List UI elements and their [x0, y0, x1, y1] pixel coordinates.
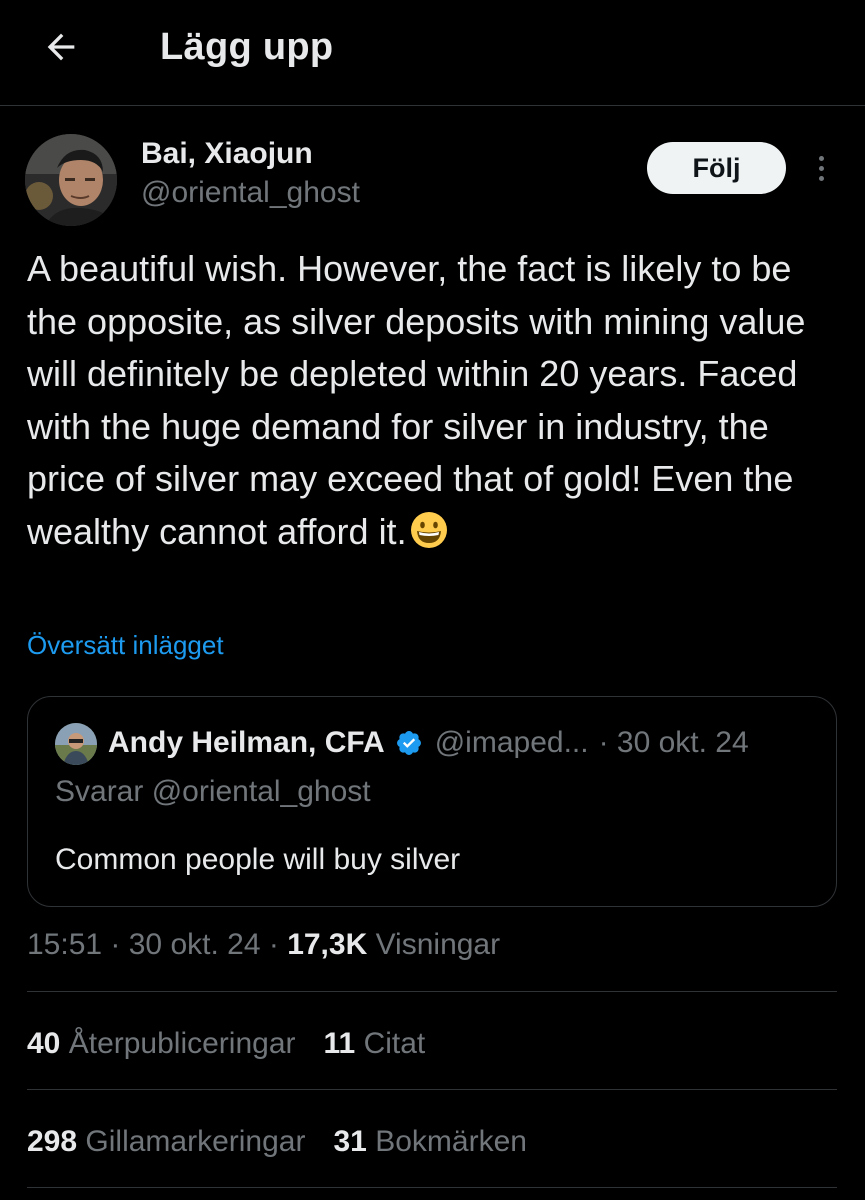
- reposts-label: Återpubliceringar: [68, 1027, 296, 1060]
- top-bar: Lägg upp: [0, 0, 865, 106]
- divider: [27, 1089, 837, 1090]
- quoted-post-text: Common people will buy silver: [55, 843, 461, 876]
- verified-badge-icon: [395, 729, 423, 757]
- likes-label: Gillamarkeringar: [85, 1125, 306, 1158]
- quoted-post-header: Andy Heilman, CFA @imaped... · 30 okt. 2…: [108, 722, 749, 764]
- bookmarks-label: Bokmärken: [375, 1125, 527, 1158]
- follow-button[interactable]: Följ: [647, 142, 786, 194]
- quoted-post-date: · 30 okt. 24: [598, 726, 749, 759]
- meta-separator: ·: [260, 928, 288, 961]
- quoted-author-avatar[interactable]: [55, 723, 97, 765]
- avatar-photo: [25, 134, 117, 226]
- grinning-face-emoji: [409, 510, 449, 565]
- quoted-avatar-photo: [55, 723, 97, 765]
- page-title: Lägg upp: [160, 26, 334, 68]
- reposts-count: 40: [27, 1027, 61, 1060]
- quotes-label: Citat: [363, 1027, 426, 1060]
- reposts-stat[interactable]: 40 Återpubliceringar: [27, 1027, 296, 1061]
- post-meta: 15:51 · 30 okt. 24 · 17,3K Visningar: [27, 928, 500, 962]
- author-avatar[interactable]: [25, 134, 117, 226]
- more-dot: [818, 175, 824, 181]
- translate-post-link[interactable]: Översätt inlägget: [27, 630, 224, 661]
- post-time[interactable]: 15:51: [27, 928, 102, 961]
- bookmarks-stat[interactable]: 31 Bokmärken: [333, 1125, 526, 1159]
- meta-separator: ·: [102, 928, 129, 961]
- quotes-stat[interactable]: 11 Citat: [324, 1027, 426, 1061]
- quoted-author-handle: @imaped...: [434, 726, 589, 759]
- likes-stat[interactable]: 298 Gillamarkeringar: [27, 1125, 305, 1159]
- divider: [27, 991, 837, 992]
- divider: [27, 1187, 837, 1188]
- likes-count: 298: [27, 1125, 78, 1158]
- tweet-text-content: A beautiful wish. However, the fact is l…: [27, 248, 806, 552]
- views-count: 17,3K: [287, 928, 368, 961]
- author-handle[interactable]: @oriental_ghost: [141, 176, 360, 210]
- author-name[interactable]: Bai, Xiaojun: [141, 137, 313, 171]
- engagement-row-1: 40 Återpubliceringar 11 Citat: [27, 1027, 453, 1061]
- post-date[interactable]: 30 okt. 24: [129, 928, 261, 961]
- more-dot: [818, 165, 824, 171]
- more-options-button[interactable]: [806, 148, 836, 188]
- quoted-reply-to: Svarar @oriental_ghost: [55, 775, 371, 808]
- arrow-left-icon: [47, 33, 75, 61]
- engagement-row-2: 298 Gillamarkeringar 31 Bokmärken: [27, 1125, 555, 1159]
- quotes-count: 11: [323, 1027, 356, 1060]
- tweet-text: A beautiful wish. However, the fact is l…: [27, 243, 827, 564]
- bookmarks-count: 31: [333, 1125, 367, 1158]
- quoted-post-card[interactable]: Andy Heilman, CFA @imaped... · 30 okt. 2…: [27, 696, 837, 907]
- views-label: Visningar: [367, 928, 501, 961]
- back-button[interactable]: [36, 24, 86, 70]
- more-vertical-icon: [818, 155, 824, 161]
- quoted-author-name[interactable]: Andy Heilman, CFA: [108, 726, 385, 760]
